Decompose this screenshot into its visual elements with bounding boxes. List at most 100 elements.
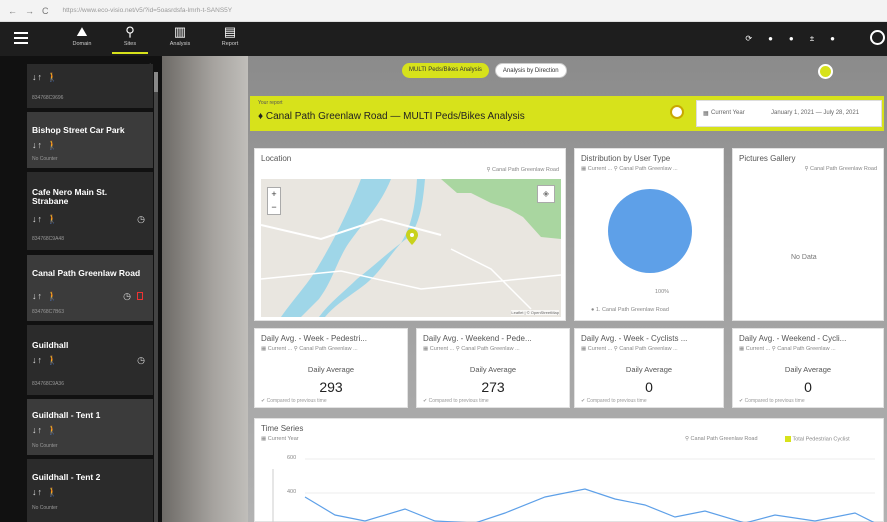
kpi-label: Daily Average: [625, 365, 673, 374]
kpi-label: Daily Average: [469, 365, 517, 374]
bar-chart-icon: ▥: [173, 24, 187, 39]
kpi-label: Daily Average: [784, 365, 832, 374]
pictures-gallery-widget: Pictures Gallery ⚲ Canal Path Greenlaw R…: [732, 148, 884, 321]
direction-pedestrian-icon: ↓↑ 🚶: [32, 140, 59, 150]
nav-sites[interactable]: ⚲ Sites: [112, 24, 148, 54]
site-card-canal-path[interactable]: Canal Path Greenlaw Road ↓↑ 🚶 ◷ 834768C7…: [27, 255, 153, 321]
alert-battery-icon: [137, 292, 143, 300]
background-photo: [162, 56, 248, 522]
map-layers-icon[interactable]: ◈: [537, 185, 555, 203]
site-title: Guildhall - Tent 2: [32, 472, 101, 482]
url-bar[interactable]: https://www.eco-visio.net/v5/?id=5oasrds…: [63, 7, 233, 14]
toolbar-icons: ⟳ ● ● ± ●: [745, 34, 835, 43]
kpi-comparison: ✔ Compared to previous time: [423, 398, 489, 404]
nav-analysis[interactable]: ▥ Analysis: [162, 24, 198, 54]
widget-title: Daily Avg. - Week - Pedestri...: [261, 334, 367, 343]
back-icon[interactable]: ←: [8, 6, 17, 16]
map-marker-icon[interactable]: [406, 229, 418, 245]
kpi-week-cyclists: Daily Avg. - Week - Cyclists ... ▦ Curre…: [574, 328, 724, 408]
site-title: Guildhall: [32, 340, 69, 350]
kpi-value: 0: [804, 379, 812, 395]
kpi-label: Daily Average: [307, 365, 355, 374]
direction-pedestrian-icon: ↓↑ 🚶: [32, 291, 59, 301]
calendar-icon: ▦: [703, 111, 709, 117]
map-attribution: Leaflet | © OpenStreetMap: [511, 310, 559, 315]
site-counter-id: 834768C9A48: [32, 236, 64, 242]
site-tag: ⚲ Canal Path Greenlaw Road: [486, 167, 559, 173]
info-icon[interactable]: [670, 105, 684, 119]
report-supertitle: Your report: [258, 100, 283, 106]
refresh-icon[interactable]: ⟳: [745, 34, 752, 43]
kpi-value: 293: [319, 379, 343, 395]
browser-nav: ← → C: [0, 6, 49, 16]
analysis-mode-toggle: MULTI Peds/Bikes Analysis Analysis by Di…: [402, 63, 567, 78]
zoom-in-button[interactable]: +: [268, 188, 280, 201]
location-pin-icon: ⚲: [125, 24, 135, 39]
site-title: Bishop Street Car Park: [32, 125, 125, 135]
site-counter-id: No Counter: [32, 156, 58, 162]
main-dashboard: MULTI Peds/Bikes Analysis Analysis by Di…: [162, 56, 887, 522]
hamburger-menu-icon[interactable]: [14, 32, 28, 45]
site-card-guildhall-tent-2[interactable]: Guildhall - Tent 2 ↓↑ 🚶 No Counter: [27, 459, 153, 522]
kpi-comparison: ✔ Compared to previous time: [739, 398, 805, 404]
pie-legend: ● 1. Canal Path Greenlaw Road: [591, 307, 669, 313]
widget-title: Pictures Gallery: [739, 154, 796, 163]
site-counter-id: 834768C7B63: [32, 309, 64, 315]
site-counter-id: 834768C9696: [32, 95, 64, 101]
kpi-value: 273: [481, 379, 505, 395]
settings-icon[interactable]: ●: [768, 34, 773, 43]
nav-report[interactable]: ▤ Report: [212, 24, 248, 54]
zoom-out-button[interactable]: −: [268, 201, 280, 214]
site-map[interactable]: + − ◈ Leaflet | © OpenStreetMap: [261, 179, 561, 317]
date-range-text: January 1, 2021 — July 28, 2021: [771, 110, 860, 116]
site-card-cafe-nero[interactable]: Cafe Nero Main St. Strabane ↓↑ 🚶 ◷ 83476…: [27, 172, 153, 250]
widget-title: Daily Avg. - Weekend - Cycli...: [739, 334, 847, 343]
multi-analysis-toggle[interactable]: MULTI Peds/Bikes Analysis: [402, 63, 489, 78]
help-icon[interactable]: ●: [830, 34, 835, 43]
sites-sidebar: ‹ ↓↑ 🚶 834768C9696 Bishop Street Car Par…: [0, 56, 162, 522]
site-title: Canal Path Greenlaw Road: [32, 268, 141, 278]
kpi-weekend-pedestrians: Daily Avg. - Weekend - Pede... ▦ Current…: [416, 328, 570, 408]
user-account-icon[interactable]: [870, 30, 885, 45]
site-card-bishop-street[interactable]: Bishop Street Car Park ↓↑ 🚶 No Counter: [27, 112, 153, 168]
app-bar: ⛰ Domain ⚲ Sites ▥ Analysis ▤ Report ⟳ ●…: [0, 22, 887, 56]
forward-icon[interactable]: →: [25, 6, 34, 16]
pie-slice[interactable]: [608, 189, 692, 273]
direction-pedestrian-icon: ↓↑ 🚶: [32, 72, 59, 82]
kpi-comparison: ✔ Compared to previous time: [261, 398, 327, 404]
location-widget: Location ⚲ Canal Path Greenlaw Road + − …: [254, 148, 566, 321]
date-range-picker[interactable]: ▦ Current Year January 1, 2021 — July 28…: [696, 100, 882, 127]
plus-minus-icon[interactable]: ±: [810, 34, 814, 43]
widget-title: Location: [261, 154, 292, 163]
site-counter-id: 834768C9A36: [32, 381, 64, 387]
floating-action-icon[interactable]: [818, 64, 833, 79]
reload-icon[interactable]: C: [42, 6, 49, 16]
nav-domain[interactable]: ⛰ Domain: [64, 24, 100, 54]
mountain-bike-icon: ⛰: [76, 24, 88, 39]
kpi-week-pedestrians: Daily Avg. - Week - Pedestri... ▦ Curren…: [254, 328, 408, 408]
site-card[interactable]: ↓↑ 🚶 834768C9696: [27, 64, 153, 108]
widget-subtitle: ▦ Current ... ⚲ Canal Path Greenlaw ...: [581, 346, 678, 352]
direction-pedestrian-icon: ↓↑ 🚶: [32, 355, 59, 365]
kpi-weekend-cyclists: Daily Avg. - Weekend - Cycli... ▦ Curren…: [732, 328, 884, 408]
kpi-value: 0: [645, 379, 653, 395]
sidebar-scrollbar[interactable]: [154, 72, 158, 522]
report-header: Your report ♦ Canal Path Greenlaw Road —…: [250, 96, 884, 131]
report-document-icon: ▤: [223, 24, 237, 39]
clock-icon: ◷: [137, 355, 145, 365]
widget-subtitle: ▦ Current ... ⚲ Canal Path Greenlaw ...: [423, 346, 520, 352]
site-card-guildhall-tent-1[interactable]: Guildhall - Tent 1 ↓↑ 🚶 No Counter: [27, 399, 153, 455]
site-counter-id: No Counter: [32, 505, 58, 511]
direction-pedestrian-icon: ↓↑ 🚶: [32, 425, 59, 435]
no-data-label: No Data: [791, 254, 817, 261]
direction-analysis-toggle[interactable]: Analysis by Direction: [494, 63, 567, 78]
distribution-widget: Distribution by User Type ▦ Current ... …: [574, 148, 724, 321]
period-label: Current Year: [711, 110, 745, 116]
site-card-guildhall[interactable]: Guildhall ↓↑ 🚶 ◷ 834768C9A36: [27, 325, 153, 395]
notification-icon[interactable]: ●: [789, 34, 794, 43]
clock-icon: ◷: [137, 214, 145, 224]
clock-icon: ◷: [123, 291, 131, 301]
direction-pedestrian-icon: ↓↑ 🚶: [32, 214, 59, 224]
pie-chart: [608, 189, 692, 273]
direction-pedestrian-icon: ↓↑ 🚶: [32, 487, 59, 497]
